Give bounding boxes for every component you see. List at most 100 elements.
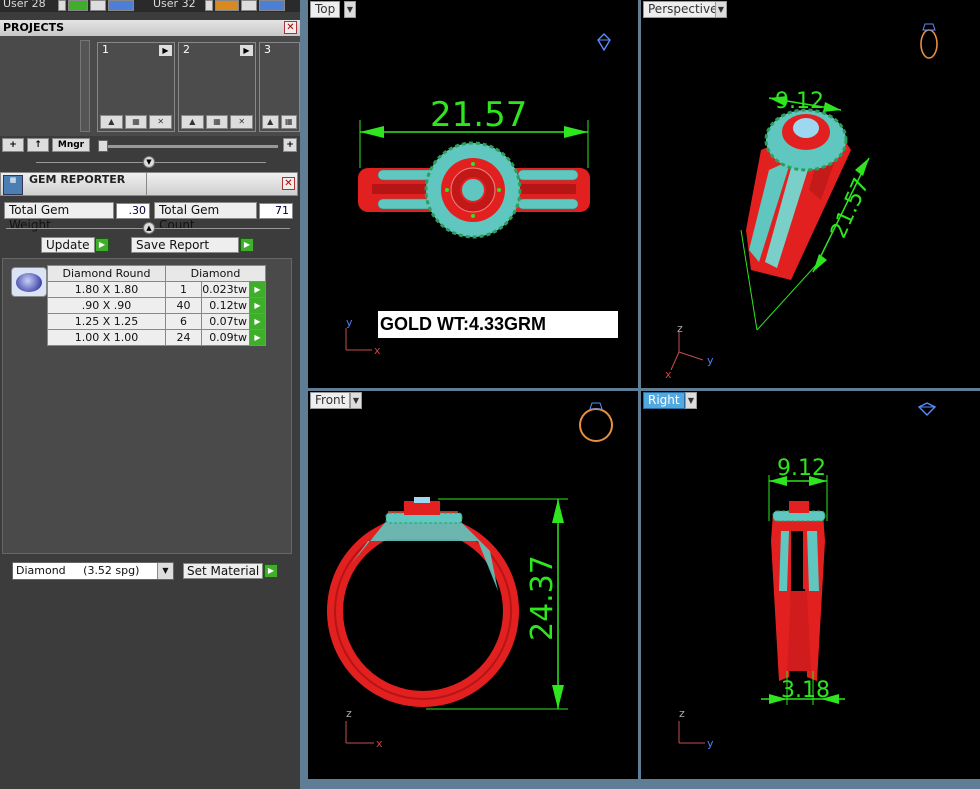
top-viewport[interactable]: 21.57 y x Top ▼ GOLD WT:4.33GRM bbox=[308, 0, 638, 388]
chevron-down-icon[interactable]: ▼ bbox=[350, 392, 362, 409]
update-button[interactable]: Update bbox=[41, 237, 95, 253]
projects-close-icon[interactable]: ✕ bbox=[284, 21, 297, 34]
user-bar: User 28 User 32 bbox=[0, 0, 300, 12]
gem-table: Diamond Round Diamond 1.80 X 1.80 1 0.02… bbox=[47, 265, 266, 346]
expand-toggle-icon[interactable]: ▲ bbox=[143, 222, 155, 234]
tab-perspective-view[interactable]: Perspective bbox=[643, 1, 723, 18]
axis-y-label: y bbox=[707, 354, 714, 367]
play-icon[interactable]: ▶ bbox=[240, 45, 253, 56]
round-diamond-icon[interactable] bbox=[11, 267, 47, 297]
set-material-button[interactable]: Set Material bbox=[183, 563, 263, 579]
user-label-b[interactable]: User 32 bbox=[153, 0, 196, 10]
total-gem-weight-value: .30 bbox=[116, 203, 150, 219]
gem-reporter-close-icon[interactable]: ✕ bbox=[282, 177, 295, 190]
user-b-lock-icon[interactable] bbox=[241, 0, 257, 11]
save-icon[interactable]: ▦ bbox=[124, 115, 148, 129]
play-icon[interactable]: ▶ bbox=[159, 45, 172, 56]
manager-button[interactable]: Mngr bbox=[52, 138, 90, 152]
axis-z-label: z bbox=[679, 707, 685, 720]
perspective-viewport[interactable]: 9.12 21.57 z y x Perspective ▼ bbox=[641, 0, 980, 388]
user-b-color-swatch[interactable] bbox=[215, 0, 239, 11]
perspective-view-canvas: 9.12 21.57 z y x bbox=[665, 23, 938, 381]
row-play-icon[interactable]: ▶ bbox=[249, 329, 266, 346]
gem-weight-cell: 0.07tw bbox=[201, 313, 250, 330]
upload-icon[interactable]: ▲ bbox=[100, 115, 123, 129]
total-gem-weight-label: Total Gem Weight bbox=[4, 202, 114, 232]
gem-reporter-title: GEM REPORTER bbox=[29, 173, 126, 186]
set-material-play-icon[interactable]: ▶ bbox=[264, 564, 278, 578]
chevron-down-icon[interactable]: ▼ bbox=[344, 1, 356, 18]
zoom-in-button[interactable]: + bbox=[283, 138, 297, 152]
table-row[interactable]: 1.25 X 1.25 6 0.07tw ▶ bbox=[47, 313, 266, 330]
project-zoom-slider[interactable] bbox=[98, 145, 278, 148]
axis-x-label: x bbox=[665, 368, 672, 381]
save-icon[interactable]: ▦ bbox=[205, 115, 229, 129]
delete-icon[interactable]: ✕ bbox=[149, 115, 173, 129]
table-row[interactable]: .90 X .90 40 0.12tw ▶ bbox=[47, 297, 266, 314]
top-dimension-text: 21.57 bbox=[430, 95, 527, 135]
ring-icon bbox=[920, 23, 938, 59]
row-play-icon[interactable]: ▶ bbox=[249, 297, 266, 314]
projects-scrollbar[interactable] bbox=[80, 40, 90, 132]
axis-z-label: z bbox=[346, 707, 352, 720]
upload-icon[interactable]: ▲ bbox=[181, 115, 204, 129]
row-play-icon[interactable]: ▶ bbox=[249, 281, 266, 298]
axis-z-label: z bbox=[677, 322, 683, 335]
chevron-down-icon[interactable]: ▼ bbox=[157, 563, 173, 579]
table-row[interactable]: 1.80 X 1.80 1 0.023tw ▶ bbox=[47, 281, 266, 298]
project-slot[interactable]: 2 ▶ ▲ ▦ ✕ bbox=[178, 42, 256, 132]
project-zoom-slider-thumb[interactable] bbox=[98, 140, 108, 152]
right-dim-b-text: 3.18 bbox=[781, 678, 830, 703]
gem-table-header-row: Diamond Round Diamond bbox=[47, 265, 266, 282]
tab-front-view[interactable]: Front bbox=[310, 392, 351, 409]
right-view-canvas: 9.12 3.18 z y bbox=[678, 402, 937, 750]
chevron-down-icon[interactable]: ▼ bbox=[715, 1, 727, 18]
user-a-play-button[interactable] bbox=[58, 0, 66, 11]
material-select[interactable]: Diamond (3.52 spg) ▼ bbox=[12, 562, 174, 580]
project-slot-number: 3 bbox=[264, 43, 271, 56]
user-b-layer-button[interactable] bbox=[259, 0, 285, 11]
front-dimension-text: 24.37 bbox=[525, 555, 560, 641]
gem-count-cell: 40 bbox=[165, 297, 202, 314]
delete-icon[interactable]: ✕ bbox=[230, 115, 254, 129]
update-play-icon[interactable]: ▶ bbox=[95, 238, 109, 252]
collapse-toggle-icon[interactable]: ▼ bbox=[143, 156, 155, 168]
axis-y-label: y bbox=[346, 316, 353, 329]
user-b-play-button[interactable] bbox=[205, 0, 213, 11]
left-panel: User 28 User 32 PROJECTS ✕ 1 ▶ ▲ ▦ ✕ 2 ▶ ▲… bbox=[0, 0, 300, 789]
header-separator bbox=[146, 173, 147, 195]
user-a-layer-button[interactable] bbox=[108, 0, 134, 11]
gem-reporter-body: Total Gem Weight .30 Total Gem Count 71 … bbox=[0, 196, 300, 789]
user-a-lock-icon[interactable] bbox=[90, 0, 106, 11]
diamond-icon bbox=[917, 402, 937, 416]
axis-x-label: x bbox=[376, 737, 383, 750]
add-project-button[interactable]: + bbox=[2, 138, 24, 152]
upload-project-button[interactable]: ↑ bbox=[27, 138, 49, 152]
diamond-icon bbox=[597, 33, 611, 52]
gem-reporter-icon: ▦ bbox=[3, 175, 23, 195]
gem-size-cell: 1.80 X 1.80 bbox=[47, 281, 166, 298]
project-slot[interactable]: 1 ▶ ▲ ▦ ✕ bbox=[97, 42, 175, 132]
ring-icon bbox=[579, 402, 613, 442]
row-play-icon[interactable]: ▶ bbox=[249, 313, 266, 330]
save-report-play-icon[interactable]: ▶ bbox=[240, 238, 254, 252]
table-row[interactable]: 1.00 X 1.00 24 0.09tw ▶ bbox=[47, 329, 266, 346]
projects-toolbar: + ↑ Mngr + bbox=[0, 136, 300, 154]
project-slot-number: 2 bbox=[183, 43, 190, 56]
save-icon[interactable]: ▦ bbox=[280, 115, 297, 129]
viewport-area: 21.57 y x Top ▼ GOLD WT:4.33GRM 9.12 21.… bbox=[300, 0, 980, 789]
total-gem-count-label: Total Gem Count bbox=[154, 202, 257, 232]
user-label-a[interactable]: User 28 bbox=[3, 0, 46, 10]
user-a-color-swatch[interactable] bbox=[68, 0, 88, 11]
upload-icon[interactable]: ▲ bbox=[262, 115, 279, 129]
gem-weight-cell: 0.023tw bbox=[201, 281, 250, 298]
gem-reporter-header: ▦ GEM REPORTER ✕ bbox=[0, 172, 298, 196]
tab-top-view[interactable]: Top bbox=[310, 1, 341, 18]
right-viewport[interactable]: 9.12 3.18 z y Right ▼ bbox=[641, 391, 980, 779]
front-viewport[interactable]: 24.37 z x Front ▼ bbox=[308, 391, 638, 779]
tab-right-view[interactable]: Right bbox=[643, 392, 685, 409]
project-slot[interactable]: 3 ▲ ▦ bbox=[259, 42, 300, 132]
save-report-button[interactable]: Save Report bbox=[131, 237, 239, 253]
gem-size-cell: 1.25 X 1.25 bbox=[47, 313, 166, 330]
chevron-down-icon[interactable]: ▼ bbox=[685, 392, 697, 409]
